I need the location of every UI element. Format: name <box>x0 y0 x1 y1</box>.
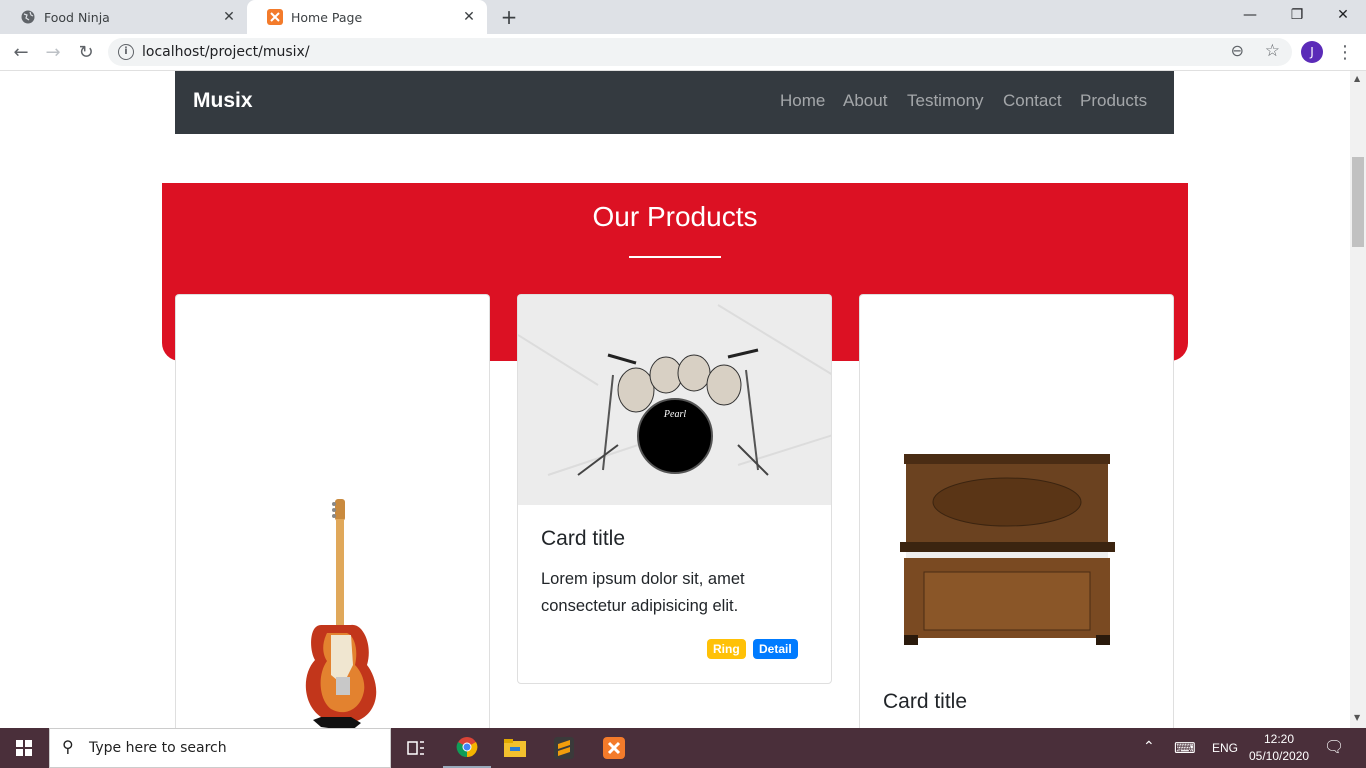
windows-taskbar: ⚲ Type here to search ⌃ ⌨ ENG 12:20 05/1… <box>0 728 1366 768</box>
info-icon[interactable]: i <box>118 44 134 60</box>
profile-avatar[interactable]: J <box>1301 41 1323 63</box>
product-card-piano[interactable]: Card title <box>859 294 1174 728</box>
clock-time[interactable]: 12:20 <box>1264 732 1294 746</box>
browser-tab-strip: Food Ninja ✕ Home Page ✕ + — ❐ ✕ <box>0 0 1366 34</box>
back-icon[interactable]: ← <box>9 41 33 65</box>
taskbar-search-box[interactable]: ⚲ Type here to search <box>49 728 391 768</box>
menu-kebab-icon[interactable]: ⋮ <box>1333 41 1357 65</box>
tab-title: Food Ninja <box>44 9 110 25</box>
drum-kit-image: Pearl <box>518 295 831 505</box>
reload-icon[interactable]: ↻ <box>74 41 98 65</box>
detail-badge[interactable]: Detail <box>753 639 798 659</box>
close-tab-icon[interactable]: ✕ <box>461 9 477 25</box>
nav-products[interactable]: Products <box>1080 91 1147 111</box>
windows-start-icon[interactable] <box>0 728 48 768</box>
task-view-icon[interactable] <box>392 728 440 768</box>
nav-about[interactable]: About <box>843 91 887 111</box>
guitar-image <box>305 499 377 728</box>
bookmark-star-icon[interactable]: ☆ <box>1265 41 1280 61</box>
scroll-up-icon[interactable]: ▲ <box>1354 74 1362 83</box>
tray-chevron-icon[interactable]: ⌃ <box>1143 738 1155 755</box>
tab-title: Home Page <box>291 9 363 25</box>
xampp-icon <box>267 9 283 25</box>
zoom-icon[interactable]: ⊖ <box>1231 41 1244 60</box>
site-navbar: Musix Home About Testimony Contact Produ… <box>175 71 1174 134</box>
section-title: Our Products <box>592 201 758 232</box>
close-tab-icon[interactable]: ✕ <box>221 9 237 25</box>
scrollbar-thumb[interactable] <box>1352 157 1364 247</box>
product-card-guitar[interactable] <box>175 294 490 728</box>
nav-home[interactable]: Home <box>780 91 825 111</box>
nav-contact[interactable]: Contact <box>1003 91 1062 111</box>
notifications-icon[interactable]: 🗨 <box>1324 737 1344 757</box>
page-viewport: Musix Home About Testimony Contact Produ… <box>0 71 1350 728</box>
close-window-icon[interactable]: ✕ <box>1331 4 1355 26</box>
search-placeholder: Type here to search <box>89 740 227 756</box>
nav-testimony[interactable]: Testimony <box>907 91 984 111</box>
product-card-drums[interactable]: Pearl Card title Lorem ipsum dolor sit, … <box>517 294 832 684</box>
chrome-taskbar-icon[interactable] <box>443 728 491 768</box>
new-tab-button[interactable]: + <box>498 6 520 28</box>
file-explorer-icon[interactable] <box>491 728 539 768</box>
minimize-icon[interactable]: — <box>1238 4 1262 26</box>
tab-food-ninja[interactable]: Food Ninja ✕ <box>0 0 247 34</box>
title-underline <box>629 256 721 258</box>
keyboard-icon[interactable]: ⌨ <box>1174 739 1196 757</box>
address-bar[interactable]: i localhost/project/musix/ ⊖ ☆ <box>108 38 1292 66</box>
url-text: localhost/project/musix/ <box>142 44 310 60</box>
page-scrollbar[interactable]: ▲ ▼ <box>1350 71 1366 728</box>
restore-icon[interactable]: ❐ <box>1285 4 1309 26</box>
ring-badge[interactable]: Ring <box>707 639 746 659</box>
language-indicator[interactable]: ENG <box>1212 741 1238 755</box>
search-icon: ⚲ <box>62 737 74 756</box>
clock-date[interactable]: 05/10/2020 <box>1249 749 1309 763</box>
scroll-down-icon[interactable]: ▼ <box>1354 713 1362 722</box>
card-title: Card title <box>883 690 968 713</box>
browser-toolbar: ← → ↻ i localhost/project/musix/ ⊖ ☆ J ⋮ <box>0 34 1366 71</box>
sublime-text-icon[interactable] <box>540 728 588 768</box>
forward-icon[interactable]: → <box>41 41 65 65</box>
globe-icon <box>20 9 36 25</box>
piano-image <box>900 454 1115 645</box>
tab-home-page[interactable]: Home Page ✕ <box>247 0 487 34</box>
card-title: Card title <box>541 527 626 550</box>
xampp-taskbar-icon[interactable] <box>590 728 638 768</box>
card-text: Lorem ipsum dolor sit, amet consectetur … <box>541 570 745 615</box>
site-brand[interactable]: Musix <box>193 89 253 113</box>
svg-text:Pearl: Pearl <box>663 409 686 420</box>
